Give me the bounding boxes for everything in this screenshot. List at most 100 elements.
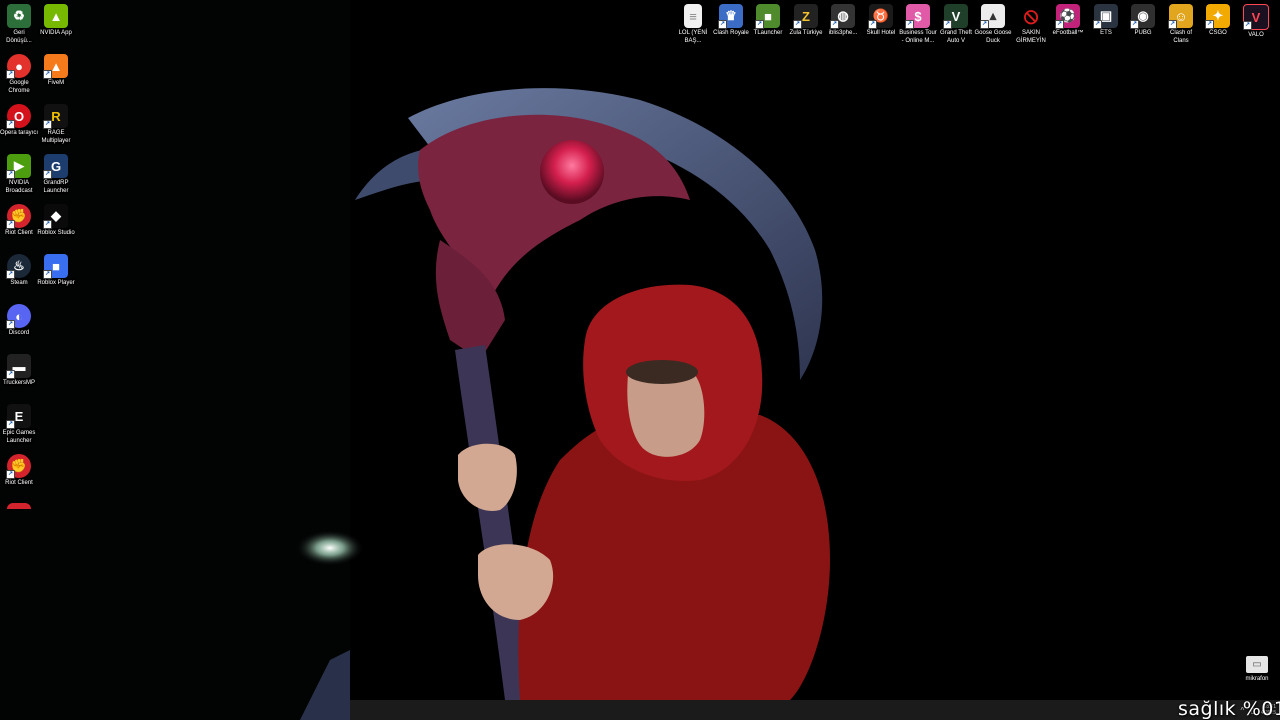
tlauncher-icon: ■ ↗ [755, 4, 780, 29]
desktop-icon-label: Goose Goose Duck [974, 30, 1012, 44]
desktop-icon-roblox-player[interactable]: ■ ↗ Roblox Player [37, 254, 75, 288]
roblox-studio-icon: ◆ ↗ [43, 204, 68, 229]
desktop-icon-discord[interactable]: ◐ ↗ Discord [0, 304, 38, 338]
discord-icon: ◐ ↗ [6, 304, 31, 329]
rage-mp-icon: R ↗ [43, 104, 68, 129]
desktop-icon-label: FiveM [47, 80, 65, 86]
goose-goose-duck-icon: ▴ ↗ [980, 4, 1005, 29]
desktop-icon-label: Discord [8, 330, 30, 336]
desktop-icon-iblis[interactable]: ◍ ↗ iblis3phe... [824, 4, 862, 38]
nvidia-app-icon: ▲ [44, 4, 68, 28]
desktop-icon-label: Steam [10, 280, 28, 286]
desktop-icon-label: GrandRP Launcher [43, 180, 69, 194]
desktop-icon-label: Clash of Clans [1169, 30, 1192, 44]
desktop-icon-label: Zula Türkiye [789, 30, 823, 36]
steam-icon: ♨ ↗ [6, 254, 31, 279]
desktop-icon-label: RAGE Multiplayer [41, 130, 71, 144]
desktop-icon-rage-mp[interactable]: R ↗ RAGE Multiplayer [37, 104, 75, 145]
desktop-icon-csgo[interactable]: ✦ ↗ CSGO [1199, 4, 1237, 38]
riot-client-icon: ✊ ↗ [6, 204, 31, 229]
desktop-icon-recycle-bin[interactable]: ♻ Geri Dönüşü... [0, 4, 38, 45]
desktop-icon-label: Riot Client [5, 230, 33, 236]
recycle-bin-icon: ♻ [7, 4, 31, 28]
desktop-icon-riot-client-2[interactable]: ✊ ↗ Riot Client [0, 454, 38, 488]
desktop-icon-tlauncher[interactable]: ■ ↗ TLauncher [749, 4, 787, 38]
desktop-icon-roblox-studio[interactable]: ◆ ↗ Roblox Studio [37, 204, 75, 238]
desktop-icon-label: PUBG [1134, 30, 1152, 36]
desktop-icon-label: TLauncher [753, 30, 783, 36]
desktop-icon-grandrp[interactable]: G ↗ GrandRP Launcher [37, 154, 75, 195]
left-hand [458, 443, 517, 511]
desktop-icon-label: Geri Dönüşü... [6, 30, 32, 44]
desktop: ♻ Geri Dönüşü... ● ↗ Google Chrome O ↗ Ope… [0, 0, 1280, 720]
desktop-icon-efootball[interactable]: ⚽ ↗ eFootball™ [1049, 4, 1087, 38]
valorant-icon: V ↗ [1243, 4, 1269, 30]
desktop-icon-label: Clash Royale [713, 30, 749, 36]
pubg-icon: ◉ ↗ [1130, 4, 1155, 29]
desktop-icon-google-chrome[interactable]: ● ↗ Google Chrome [0, 54, 38, 95]
epic-games-icon: E ↗ [6, 404, 31, 429]
desktop-icon-fivem[interactable]: ▲ ↗ FiveM [37, 54, 75, 88]
nvidia-broadcast-icon: ▶ ↗ [6, 154, 31, 179]
efootball-icon: ⚽ ↗ [1055, 4, 1080, 29]
desktop-icon-zula[interactable]: Z ↗ Zula Türkiye [787, 4, 825, 38]
desktop-icon-nvidia-app[interactable]: ▲ NVIDIA App [37, 4, 75, 38]
desktop-icon-label: Grand Theft Auto V [940, 30, 972, 44]
desktop-icon-clash-of-clans[interactable]: ☺ ↗ Clash of Clans [1162, 4, 1200, 45]
desktop-icon-steam[interactable]: ♨ ↗ Steam [0, 254, 38, 288]
csgo-icon: ✦ ↗ [1205, 4, 1230, 29]
iblis-icon: ◍ ↗ [830, 4, 855, 29]
desktop-icon-label: NVIDIA Broadcast [5, 180, 33, 194]
desktop-icon-label: Roblox Player [37, 280, 75, 286]
desktop-icon-label: eFootball™ [1052, 30, 1084, 36]
desktop-icon-skull-hotel[interactable]: ♉ ↗ Skull Hotel [862, 4, 900, 38]
grandrp-icon: G ↗ [43, 154, 68, 179]
fivem-icon: ▲ ↗ [43, 54, 68, 79]
zula-icon: Z ↗ [793, 4, 818, 29]
desktop-icon-label: Epic Games Launcher [2, 430, 36, 444]
business-tour-icon: $ ↗ [905, 4, 930, 29]
ets-icon: ▣ ↗ [1093, 4, 1118, 29]
desktop-icon-gta-v[interactable]: V ↗ Grand Theft Auto V [937, 4, 975, 45]
desktop-icon-label: CSGO [1209, 30, 1227, 36]
desktop-icon-label: iblis3phe... [828, 30, 858, 36]
desktop-icon-riot-client[interactable]: ✊ ↗ Riot Client [0, 204, 38, 238]
opera-icon: O ↗ [6, 104, 31, 129]
desktop-icon-label: VALO [1248, 32, 1264, 38]
desktop-icon-mikrafon[interactable]: ▭ mikrafon [1240, 656, 1274, 682]
desktop-icon-goose-goose-duck[interactable]: ▴ ↗ Goose Goose Duck [974, 4, 1012, 45]
wallpaper-scene [0, 0, 1280, 720]
desktop-icon-business-tour[interactable]: $ ↗ Business Tour - Online M... [899, 4, 937, 45]
desktop-icon-label: Skull Hotel [866, 30, 896, 36]
desktop-icon-truckersmp[interactable]: ▬ ↗ TruckersMP [0, 354, 38, 388]
desktop-icon-label: LOL (YENİ BAŞ... [678, 30, 708, 44]
desktop-icon-label: Opera tarayıcı [0, 130, 39, 136]
chrome-icon: ● ↗ [6, 54, 31, 79]
desktop-icon-label: NVIDIA App [40, 30, 72, 36]
forbidden-icon: ⦸ [1023, 3, 1039, 28]
light-glow [296, 530, 364, 566]
desktop-icon-opera[interactable]: O ↗ Opera tarayıcı [0, 104, 38, 138]
partial-icon-red [7, 503, 31, 509]
desktop-icon-label: ETS [1100, 30, 1112, 36]
desktop-icon-epic-games[interactable]: E ↗ Epic Games Launcher [0, 404, 38, 445]
desktop-icon-label: Business Tour - Online M... [899, 30, 937, 44]
desktop-icon-nvidia-broadcast[interactable]: ▶ ↗ NVIDIA Broadcast [0, 154, 38, 195]
desktop-icon-ets[interactable]: ▣ ↗ ETS [1087, 4, 1125, 38]
desktop-icon-pubg[interactable]: ◉ ↗ PUBG [1124, 4, 1162, 38]
clash-of-clans-icon: ☺ ↗ [1168, 4, 1193, 29]
desktop-icon-clash-royale[interactable]: ♛ ↗ Clash Royale [712, 4, 750, 38]
desktop-icon-lol-text[interactable]: ≡ LOL (YENİ BAŞ... [674, 4, 712, 45]
scythe-eye [540, 140, 604, 204]
desktop-icon-valo[interactable]: V ↗ VALO [1237, 4, 1275, 40]
desktop-icon-label: Roblox Studio [37, 230, 75, 236]
riot-client-icon: ✊ ↗ [6, 454, 31, 479]
desktop-icon-sakin-girmeyin[interactable]: ⦸ SAKIN GİRMEYİN [1012, 3, 1050, 45]
taskbar: ^ ▯ 18:41 4.2025 [350, 700, 1280, 720]
clash-royale-icon: ♛ ↗ [718, 4, 743, 29]
microphone-icon: ▭ [1246, 656, 1268, 673]
desktop-icon-label: SAKIN GİRMEYİN [1016, 30, 1046, 44]
text-file-icon: ≡ [684, 4, 702, 28]
desktop-icon-label: Google Chrome [8, 80, 30, 94]
desktop-icon-label: Riot Client [5, 480, 33, 486]
